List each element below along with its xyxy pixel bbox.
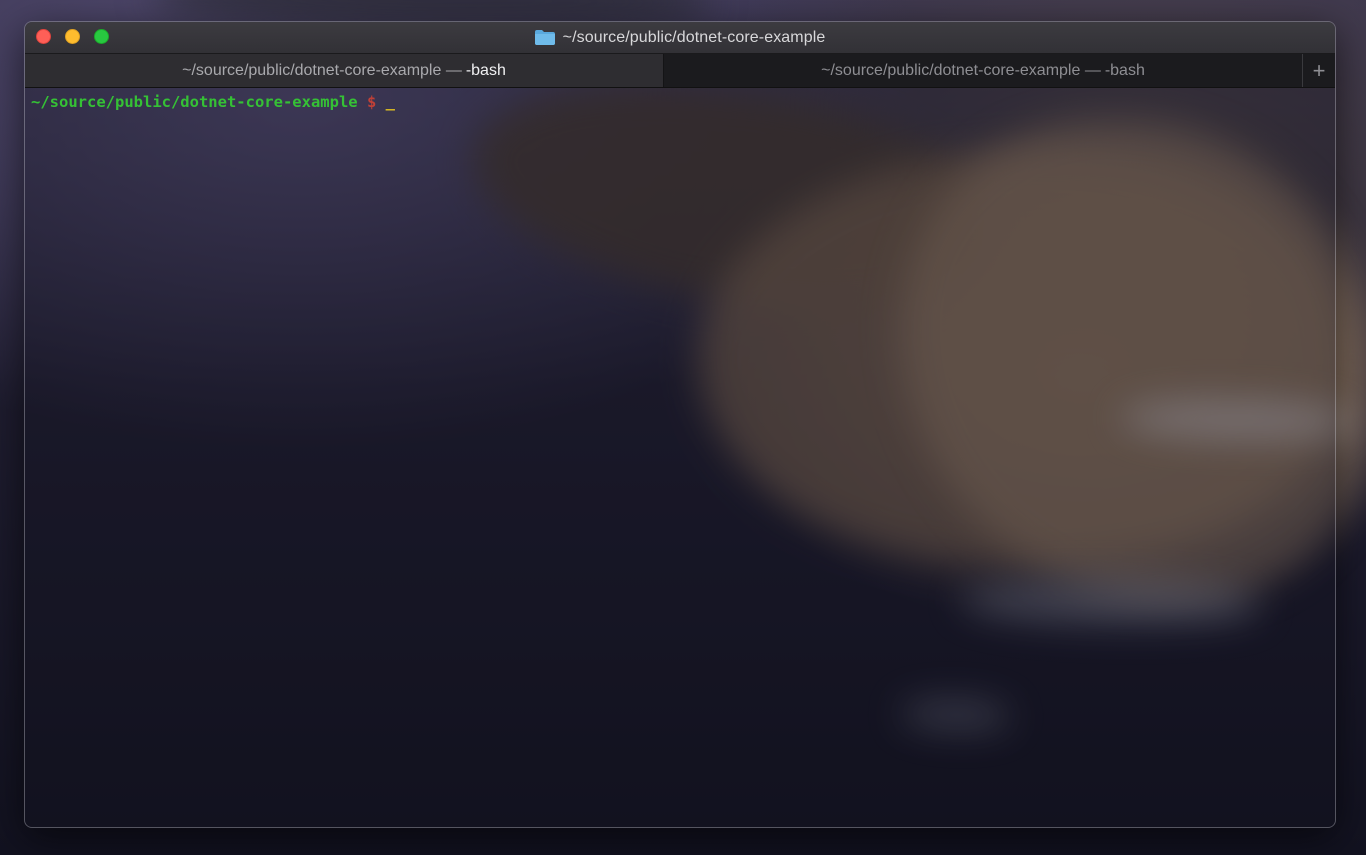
tab-bar: ~/source/public/dotnet-core-example — -b… [25, 53, 1335, 88]
maximize-button[interactable] [94, 29, 109, 44]
traffic-lights [36, 29, 109, 44]
prompt-symbol: $ [366, 93, 377, 111]
new-tab-button[interactable]: + [1302, 54, 1335, 87]
window-titlebar[interactable]: ~/source/public/dotnet-core-example [25, 22, 1335, 53]
tab-path: ~/source/public/dotnet-core-example — [821, 61, 1101, 79]
prompt-line: ~/source/public/dotnet-core-example $ _ [31, 93, 1329, 112]
close-button[interactable] [36, 29, 51, 44]
tab-process: -bash [1104, 61, 1145, 79]
minimize-button[interactable] [65, 29, 80, 44]
window-title-text: ~/source/public/dotnet-core-example [562, 28, 826, 46]
tab-bash-1[interactable]: ~/source/public/dotnet-core-example — -b… [25, 54, 664, 87]
tab-process: -bash [465, 61, 506, 79]
folder-icon [534, 30, 555, 45]
terminal-content[interactable]: ~/source/public/dotnet-core-example $ _ [25, 88, 1335, 827]
plus-icon: + [1312, 57, 1326, 83]
text-cursor: _ [385, 93, 395, 111]
terminal-window: ~/source/public/dotnet-core-example ~/so… [24, 21, 1336, 828]
window-title: ~/source/public/dotnet-core-example [534, 28, 826, 47]
prompt-path: ~/source/public/dotnet-core-example [31, 93, 358, 111]
tab-path: ~/source/public/dotnet-core-example — [182, 61, 462, 79]
tab-bash-2[interactable]: ~/source/public/dotnet-core-example — -b… [664, 54, 1302, 87]
